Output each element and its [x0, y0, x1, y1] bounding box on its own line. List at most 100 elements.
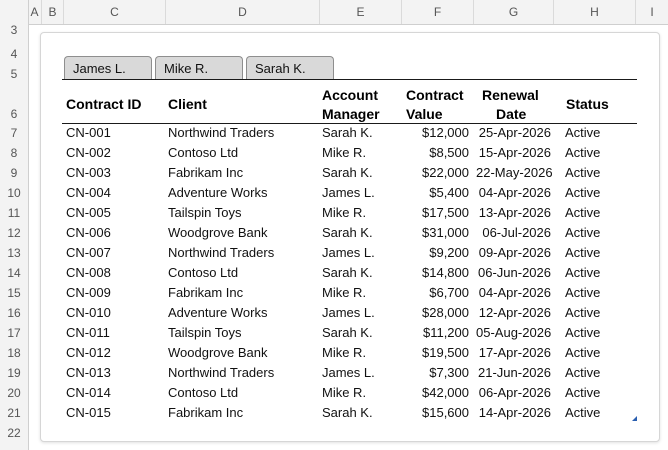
cell-renewal-date[interactable]: 14-Apr-2026: [476, 403, 551, 423]
cell-value[interactable]: $11,200: [400, 323, 469, 343]
cell-value[interactable]: $9,200: [400, 243, 469, 263]
column-header-a[interactable]: A: [28, 0, 42, 24]
cell-status[interactable]: Active: [565, 243, 600, 263]
cell-manager[interactable]: Mike R.: [322, 343, 366, 363]
cell-manager[interactable]: Mike R.: [322, 283, 366, 303]
table-row[interactable]: CN-001 Northwind Traders Sarah K. $12,00…: [0, 123, 668, 143]
cell-client[interactable]: Fabrikam Inc: [168, 283, 243, 303]
tab-james[interactable]: James L.: [64, 56, 152, 80]
cell-status[interactable]: Active: [565, 203, 600, 223]
cell-value[interactable]: $42,000: [400, 383, 469, 403]
cell-value[interactable]: $17,500: [400, 203, 469, 223]
cell-renewal-date[interactable]: 15-Apr-2026: [476, 143, 551, 163]
cell-manager[interactable]: Sarah K.: [322, 163, 373, 183]
cell-status[interactable]: Active: [565, 283, 600, 303]
cell-manager[interactable]: James L.: [322, 363, 375, 383]
cell-client[interactable]: Northwind Traders: [168, 243, 274, 263]
table-row[interactable]: CN-006 Woodgrove Bank Sarah K. $31,000 0…: [0, 223, 668, 243]
cell-client[interactable]: Woodgrove Bank: [168, 223, 268, 243]
cell-value[interactable]: $7,300: [400, 363, 469, 383]
cell-contract-id[interactable]: CN-004: [66, 183, 111, 203]
table-row[interactable]: CN-005 Tailspin Toys Mike R. $17,500 13-…: [0, 203, 668, 223]
cell-renewal-date[interactable]: 06-Jun-2026: [476, 263, 551, 283]
cell-manager[interactable]: Mike R.: [322, 143, 366, 163]
cell-client[interactable]: Tailspin Toys: [168, 203, 241, 223]
cell-contract-id[interactable]: CN-012: [66, 343, 111, 363]
resize-handle-icon[interactable]: [632, 416, 637, 421]
column-header-c[interactable]: C: [64, 0, 166, 24]
cell-manager[interactable]: Sarah K.: [322, 123, 373, 143]
cell-manager[interactable]: James L.: [322, 303, 375, 323]
cell-manager[interactable]: Sarah K.: [322, 323, 373, 343]
cell-status[interactable]: Active: [565, 383, 600, 403]
cell-status[interactable]: Active: [565, 323, 600, 343]
cell-value[interactable]: $19,500: [400, 343, 469, 363]
cell-value[interactable]: $31,000: [400, 223, 469, 243]
cell-client[interactable]: Contoso Ltd: [168, 383, 238, 403]
cell-client[interactable]: Northwind Traders: [168, 363, 274, 383]
cell-renewal-date[interactable]: 06-Apr-2026: [476, 383, 551, 403]
cell-manager[interactable]: James L.: [322, 243, 375, 263]
cell-manager[interactable]: Sarah K.: [322, 403, 373, 423]
cell-client[interactable]: Adventure Works: [168, 183, 267, 203]
row-header[interactable]: 3: [0, 24, 28, 36]
cell-status[interactable]: Active: [565, 343, 600, 363]
cell-contract-id[interactable]: CN-001: [66, 123, 111, 143]
table-row[interactable]: CN-002 Contoso Ltd Mike R. $8,500 15-Apr…: [0, 143, 668, 163]
cell-status[interactable]: Active: [565, 363, 600, 383]
cell-renewal-date[interactable]: 22-May-2026: [476, 163, 553, 183]
cell-value[interactable]: $15,600: [400, 403, 469, 423]
cell-value[interactable]: $28,000: [400, 303, 469, 323]
cell-contract-id[interactable]: CN-003: [66, 163, 111, 183]
cell-renewal-date[interactable]: 21-Jun-2026: [476, 363, 551, 383]
column-header-g[interactable]: G: [474, 0, 554, 24]
cell-client[interactable]: Fabrikam Inc: [168, 163, 243, 183]
cell-contract-id[interactable]: CN-009: [66, 283, 111, 303]
cell-renewal-date[interactable]: 04-Apr-2026: [476, 183, 551, 203]
cell-status[interactable]: Active: [565, 163, 600, 183]
table-row[interactable]: CN-008 Contoso Ltd Sarah K. $14,800 06-J…: [0, 263, 668, 283]
cell-status[interactable]: Active: [565, 403, 600, 423]
cell-client[interactable]: Contoso Ltd: [168, 143, 238, 163]
cell-contract-id[interactable]: CN-015: [66, 403, 111, 423]
row-header[interactable]: 5: [0, 64, 28, 84]
row-header[interactable]: 22: [0, 423, 28, 443]
cell-status[interactable]: Active: [565, 263, 600, 283]
column-header-b[interactable]: B: [42, 0, 64, 24]
cell-client[interactable]: Adventure Works: [168, 303, 267, 323]
cell-client[interactable]: Northwind Traders: [168, 123, 274, 143]
table-row[interactable]: CN-013 Northwind Traders James L. $7,300…: [0, 363, 668, 383]
table-row[interactable]: CN-012 Woodgrove Bank Mike R. $19,500 17…: [0, 343, 668, 363]
table-row[interactable]: CN-004 Adventure Works James L. $5,400 0…: [0, 183, 668, 203]
cell-contract-id[interactable]: CN-013: [66, 363, 111, 383]
cell-client[interactable]: Tailspin Toys: [168, 323, 241, 343]
cell-status[interactable]: Active: [565, 123, 600, 143]
row-header[interactable]: 4: [0, 44, 28, 64]
table-row[interactable]: CN-015 Fabrikam Inc Sarah K. $15,600 14-…: [0, 403, 668, 423]
cell-contract-id[interactable]: CN-007: [66, 243, 111, 263]
tab-sarah[interactable]: Sarah K.: [246, 56, 334, 80]
cell-contract-id[interactable]: CN-010: [66, 303, 111, 323]
cell-renewal-date[interactable]: 04-Apr-2026: [476, 283, 551, 303]
table-row[interactable]: CN-007 Northwind Traders James L. $9,200…: [0, 243, 668, 263]
table-row[interactable]: CN-003 Fabrikam Inc Sarah K. $22,000 22-…: [0, 163, 668, 183]
table-row[interactable]: CN-011 Tailspin Toys Sarah K. $11,200 05…: [0, 323, 668, 343]
column-header-e[interactable]: E: [320, 0, 402, 24]
cell-manager[interactable]: Sarah K.: [322, 263, 373, 283]
cell-renewal-date[interactable]: 09-Apr-2026: [476, 243, 551, 263]
cell-value[interactable]: $12,000: [400, 123, 469, 143]
cell-value[interactable]: $14,800: [400, 263, 469, 283]
cell-status[interactable]: Active: [565, 143, 600, 163]
cell-value[interactable]: $22,000: [400, 163, 469, 183]
cell-value[interactable]: $8,500: [400, 143, 469, 163]
cell-client[interactable]: Fabrikam Inc: [168, 403, 243, 423]
cell-client[interactable]: Woodgrove Bank: [168, 343, 268, 363]
cell-renewal-date[interactable]: 13-Apr-2026: [476, 203, 551, 223]
cell-contract-id[interactable]: CN-006: [66, 223, 111, 243]
cell-manager[interactable]: James L.: [322, 183, 375, 203]
cell-value[interactable]: $5,400: [400, 183, 469, 203]
column-header-h[interactable]: H: [554, 0, 636, 24]
cell-renewal-date[interactable]: 12-Apr-2026: [476, 303, 551, 323]
tab-mike[interactable]: Mike R.: [155, 56, 243, 80]
cell-contract-id[interactable]: CN-005: [66, 203, 111, 223]
